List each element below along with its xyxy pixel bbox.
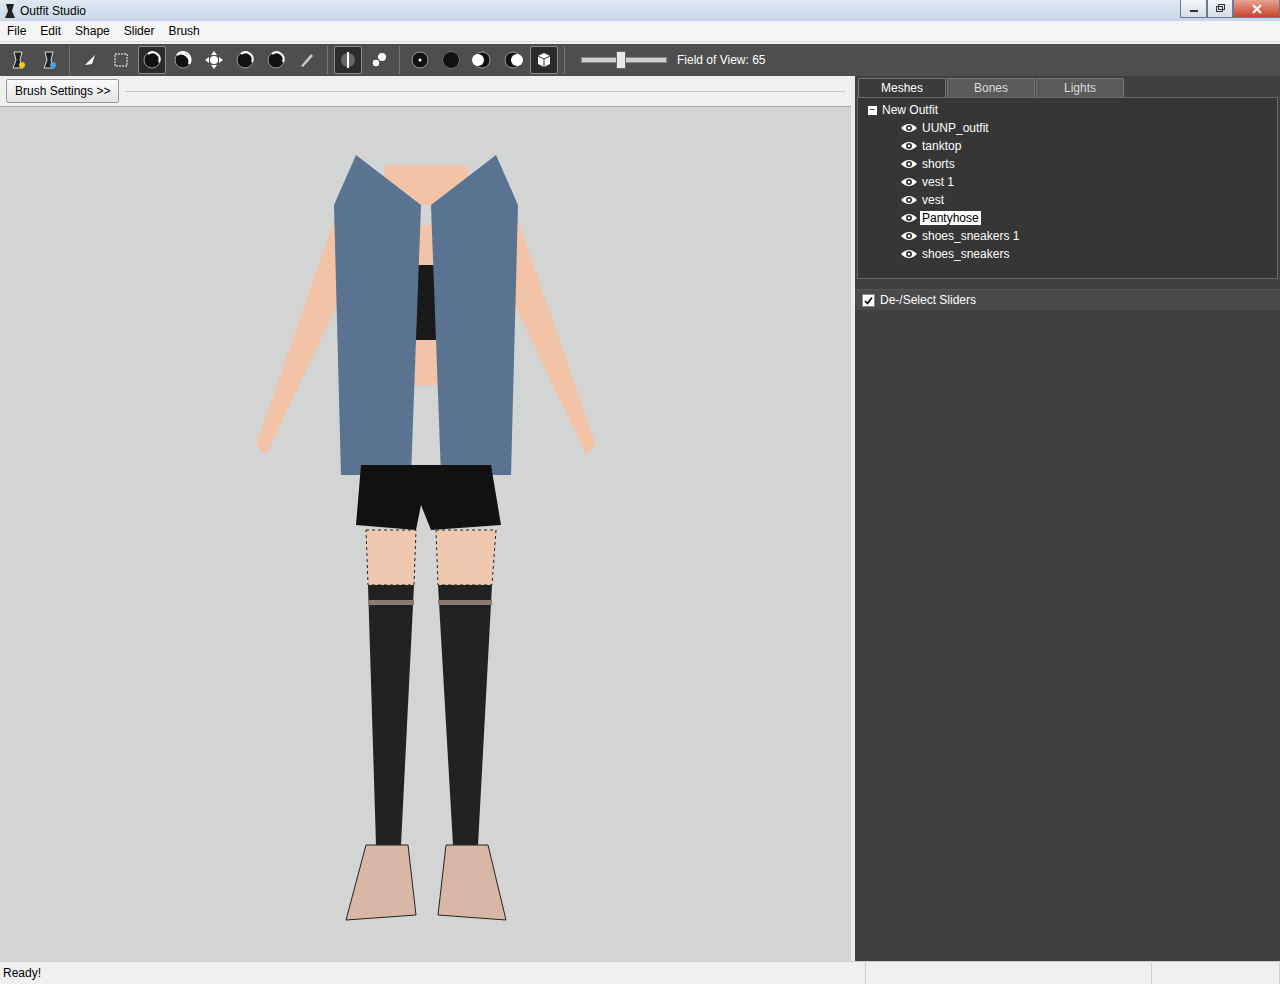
restore-icon — [1215, 4, 1225, 13]
fov-slider-thumb[interactable] — [616, 51, 626, 69]
tool-group — [4, 46, 70, 74]
tool-button[interactable] — [499, 46, 527, 74]
tool-button[interactable] — [262, 46, 290, 74]
tool-button[interactable] — [35, 46, 63, 74]
new-icon — [8, 50, 28, 70]
outfit-studio-window: Outfit Studio FileEditShapeSliderBrush Fie… — [0, 0, 1280, 984]
mesh-tree: −New OutfitUUNP_outfittanktopshortsvest … — [857, 97, 1278, 279]
left-icon — [472, 50, 492, 70]
tool-button[interactable] — [4, 46, 32, 74]
menu-item[interactable]: Slider — [117, 22, 162, 40]
smooth-icon — [235, 50, 255, 70]
menu-item[interactable]: Shape — [68, 22, 117, 40]
tool-button[interactable] — [138, 46, 166, 74]
tree-item[interactable]: shoes_sneakers — [862, 245, 1273, 263]
tree-item[interactable]: shoes_sneakers 1 — [862, 227, 1273, 245]
fov-label: Field of View: 65 — [677, 53, 766, 67]
tool-button[interactable] — [365, 46, 393, 74]
weight-icon — [266, 50, 286, 70]
tab[interactable]: Lights — [1036, 78, 1124, 97]
tree-expander[interactable]: − — [868, 106, 877, 115]
tool-group — [76, 46, 328, 74]
select-icon — [80, 50, 100, 70]
eye-icon[interactable] — [900, 212, 918, 224]
move-icon — [204, 50, 224, 70]
close-icon — [1252, 4, 1262, 14]
tool-button[interactable] — [231, 46, 259, 74]
tool-button[interactable] — [334, 46, 362, 74]
tool-button[interactable] — [530, 46, 558, 74]
eye-icon[interactable] — [900, 140, 918, 152]
tool-button[interactable] — [107, 46, 135, 74]
back-icon — [441, 50, 461, 70]
menu-item[interactable]: Edit — [33, 22, 68, 40]
window-title: Outfit Studio — [20, 4, 1176, 18]
tree-item[interactable]: UUNP_outfit — [862, 119, 1273, 137]
tool-button[interactable] — [468, 46, 496, 74]
minimize-icon — [1189, 5, 1199, 13]
viewport[interactable] — [0, 106, 851, 961]
tool-group — [406, 46, 565, 74]
app-logo-icon — [4, 3, 16, 19]
eye-icon[interactable] — [900, 230, 918, 242]
inflate-icon — [142, 50, 162, 70]
mask-icon — [111, 50, 131, 70]
brush-bar: Brush Settings >> — [0, 76, 851, 106]
close-button[interactable] — [1233, 0, 1280, 18]
eye-icon[interactable] — [900, 248, 918, 260]
eye-icon[interactable] — [900, 158, 918, 170]
title-bar: Outfit Studio — [0, 0, 1280, 21]
eye-icon[interactable] — [900, 194, 918, 206]
tool-button[interactable] — [200, 46, 228, 74]
tab[interactable]: Bones — [947, 78, 1035, 97]
front-icon — [410, 50, 430, 70]
color-icon — [297, 50, 317, 70]
status-bar: Ready! — [0, 961, 1280, 984]
check-icon — [864, 296, 873, 305]
perspective-icon — [534, 50, 554, 70]
sliders-toggle[interactable]: De-/Select Sliders — [855, 290, 1280, 310]
tool-button[interactable] — [293, 46, 321, 74]
tool-button[interactable] — [406, 46, 434, 74]
tool-button[interactable] — [76, 46, 104, 74]
tool-button[interactable] — [169, 46, 197, 74]
sliders-checkbox[interactable] — [862, 294, 875, 307]
tab-bar: MeshesBonesLights — [855, 78, 1280, 97]
status-text: Ready! — [0, 962, 866, 984]
tree-item[interactable]: shorts — [862, 155, 1273, 173]
mirror-icon — [338, 50, 358, 70]
tree-item[interactable]: vest 1 — [862, 173, 1273, 191]
eye-icon[interactable] — [900, 176, 918, 188]
tool-button[interactable] — [437, 46, 465, 74]
load-icon — [39, 50, 59, 70]
viewport-panel: Brush Settings >> — [0, 76, 855, 961]
maximize-button[interactable] — [1207, 0, 1233, 18]
menu-item[interactable]: File — [0, 22, 33, 40]
fov-slider[interactable] — [581, 57, 667, 63]
connected-icon — [369, 50, 389, 70]
brush-settings-button[interactable]: Brush Settings >> — [6, 79, 119, 103]
tree-item[interactable]: tanktop — [862, 137, 1273, 155]
toolbar: Field of View: 65 — [0, 44, 1280, 76]
deflate-icon — [173, 50, 193, 70]
tree-item[interactable]: Pantyhose — [862, 209, 1273, 227]
tab[interactable]: Meshes — [858, 78, 946, 97]
menu-item[interactable]: Brush — [161, 22, 206, 40]
side-panel: MeshesBonesLights−New OutfitUUNP_outfitt… — [855, 76, 1280, 961]
tree-item[interactable]: vest — [862, 191, 1273, 209]
tree-root[interactable]: −New Outfit — [862, 101, 1273, 119]
right-icon — [503, 50, 523, 70]
minimize-button[interactable] — [1180, 0, 1207, 18]
eye-icon[interactable] — [900, 122, 918, 134]
outfit-model[interactable] — [216, 145, 636, 945]
menu-bar: FileEditShapeSliderBrush — [0, 21, 1280, 42]
tool-group — [334, 46, 400, 74]
